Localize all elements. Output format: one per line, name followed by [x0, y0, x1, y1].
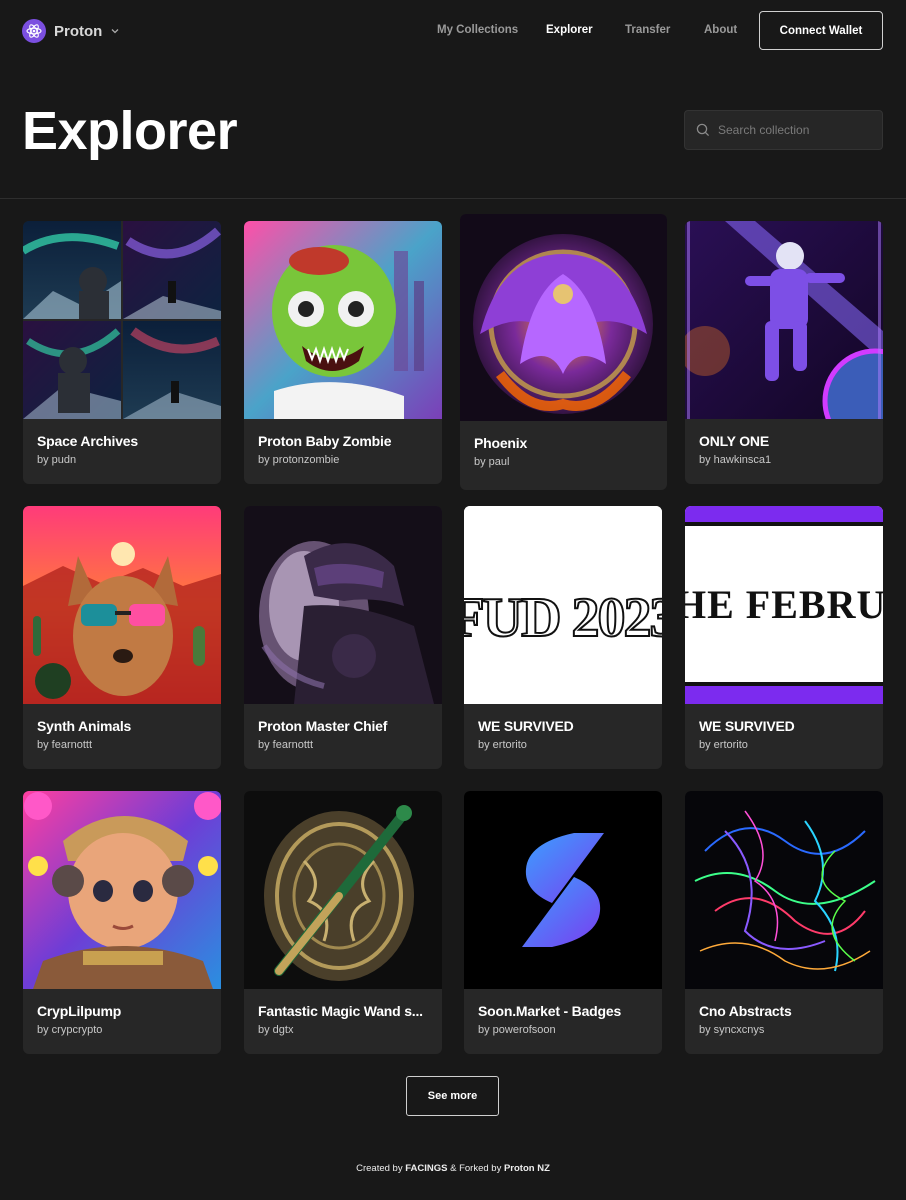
- collection-title: Proton Baby Zombie: [258, 433, 392, 449]
- collection-owner: by paul: [474, 456, 510, 468]
- collection-owner: by powerofsoon: [478, 1024, 556, 1036]
- collection-image-we-survived-2: HE FEBRU: [685, 506, 883, 704]
- collection-owner: by syncxcnys: [699, 1024, 765, 1036]
- search-input[interactable]: [718, 123, 868, 137]
- collection-owner: by ertorito: [478, 739, 527, 751]
- collection-title: Proton Master Chief: [258, 718, 388, 734]
- collection-owner: by fearnottt: [258, 739, 314, 751]
- collection-owner: by fearnottt: [37, 739, 93, 751]
- nav-explorer[interactable]: Explorer: [546, 24, 593, 36]
- collection-image-proton-master-chief: [244, 506, 442, 704]
- collection-title: Cno Abstracts: [699, 1003, 792, 1019]
- collection-title: Phoenix: [474, 435, 528, 451]
- image-text: FUD 2023: [464, 587, 662, 649]
- nav-transfer[interactable]: Transfer: [625, 24, 670, 36]
- image-text: HE FEBRU: [685, 582, 883, 627]
- top-bar: Proton My Collections Explorer Transfer …: [0, 0, 906, 62]
- collection-card[interactable]: Space Archives by pudn: [23, 221, 221, 484]
- collection-owner: by crypcrypto: [37, 1024, 103, 1036]
- nav-about[interactable]: About: [704, 24, 737, 36]
- collection-image-cno-abstracts: [685, 791, 883, 989]
- collection-owner: by protonzombie: [258, 454, 340, 466]
- brand-name: Proton: [54, 22, 103, 40]
- collection-card[interactable]: Synth Animals by fearnottt: [23, 506, 221, 769]
- collection-image-fantastic-magic-wand: [244, 791, 442, 989]
- atom-icon: [22, 19, 46, 43]
- footer-prefix: Created by: [356, 1163, 406, 1174]
- collection-title: Fantastic Magic Wand s...: [258, 1003, 423, 1019]
- collection-image-cryplilpump: [23, 791, 221, 989]
- collection-title: CrypLilpump: [37, 1003, 122, 1019]
- footer: Created by FACINGS & Forked by Proton NZ: [0, 1163, 906, 1174]
- page-title: Explorer: [22, 101, 238, 161]
- collection-card[interactable]: Proton Master Chief by fearnottt: [244, 506, 442, 769]
- collection-title: WE SURVIVED: [699, 718, 795, 734]
- footer-facings-link[interactable]: FACINGS: [405, 1163, 447, 1174]
- collection-image-space-archives: [23, 221, 221, 419]
- footer-middle: & Forked by: [447, 1163, 504, 1174]
- search-box[interactable]: [684, 110, 883, 150]
- nav-my-collections[interactable]: My Collections: [437, 24, 518, 36]
- collection-title: Soon.Market - Badges: [478, 1003, 622, 1019]
- collection-owner: by ertorito: [699, 739, 748, 751]
- see-more-button[interactable]: See more: [406, 1076, 499, 1116]
- collection-card[interactable]: CrypLilpump by crypcrypto: [23, 791, 221, 1054]
- collection-card[interactable]: Proton Baby Zombie by protonzombie: [244, 221, 442, 484]
- collection-image-we-survived-1: FUD 2023: [464, 506, 662, 704]
- collection-title: Space Archives: [37, 433, 138, 449]
- collection-card[interactable]: Soon.Market - Badges by powerofsoon: [464, 791, 662, 1054]
- brand-menu[interactable]: Proton: [22, 19, 120, 43]
- collection-card[interactable]: Cno Abstracts by syncxcnys: [685, 791, 883, 1054]
- collection-owner: by hawkinsca1: [699, 454, 772, 466]
- collection-image-phoenix: [460, 214, 667, 421]
- collection-owner: by dgtx: [258, 1024, 294, 1036]
- collection-title: ONLY ONE: [699, 433, 769, 449]
- collection-image-synth-animals: [23, 506, 221, 704]
- connect-wallet-button[interactable]: Connect Wallet: [759, 11, 883, 50]
- collection-image-soon-market-badges: [464, 791, 662, 989]
- collection-title: Synth Animals: [37, 718, 132, 734]
- collection-card[interactable]: Phoenix by paul: [460, 214, 667, 490]
- footer-proton-nz-link[interactable]: Proton NZ: [504, 1163, 550, 1174]
- collection-owner: by pudn: [37, 454, 77, 466]
- collection-card[interactable]: FUD 2023 WE SURVIVED by ertorito: [464, 506, 662, 769]
- header-divider: [0, 198, 906, 199]
- collection-card[interactable]: Fantastic Magic Wand s... by dgtx: [244, 791, 442, 1054]
- collection-card[interactable]: HE FEBRU WE SURVIVED by ertorito: [685, 506, 883, 769]
- collection-card[interactable]: ONLY ONE by hawkinsca1: [685, 221, 883, 484]
- collection-image-proton-baby-zombie: [244, 221, 442, 419]
- search-icon: [696, 123, 710, 137]
- collection-image-only-one: [685, 221, 883, 419]
- collection-title: WE SURVIVED: [478, 718, 574, 734]
- chevron-down-icon: [110, 26, 120, 36]
